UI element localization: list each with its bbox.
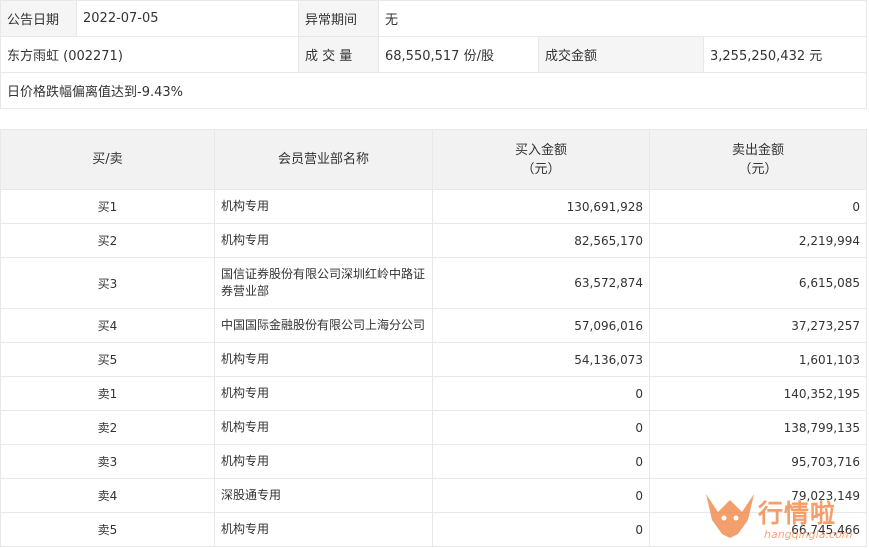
table-row: 卖4 深股通专用 0 79,023,149	[0, 478, 867, 513]
row-buy-amount: 0	[432, 512, 650, 547]
row-side: 买4	[0, 308, 215, 343]
table-row: 卖2 机构专用 0 138,799,135	[0, 410, 867, 445]
anomaly-period-label: 异常期间	[298, 0, 379, 37]
volume-value: 68,550,517 份/股	[378, 36, 539, 73]
announce-date-label: 公告日期	[0, 0, 77, 37]
broker-trading-table: 买/卖 会员营业部名称 买入金额 （元） 卖出金额 （元） 买1 机构专用 130,…	[0, 129, 867, 547]
header-side: 买/卖	[0, 129, 215, 190]
row-buy-amount: 63,572,874	[432, 257, 650, 309]
row-sell-amount: 1,601,103	[649, 342, 867, 377]
table-row: 卖3 机构专用 0 95,703,716	[0, 444, 867, 479]
row-buy-amount: 57,096,016	[432, 308, 650, 343]
turnover-amount-label: 成交金额	[538, 36, 704, 73]
anomaly-period-value: 无	[378, 0, 867, 37]
row-buy-amount: 82,565,170	[432, 223, 650, 258]
row-buy-amount: 0	[432, 478, 650, 513]
row-department: 机构专用	[214, 410, 433, 445]
row-sell-amount: 138,799,135	[649, 410, 867, 445]
row-side: 卖4	[0, 478, 215, 513]
row-sell-amount: 0	[649, 189, 867, 224]
row-buy-amount: 0	[432, 410, 650, 445]
header-buy-amount: 买入金额 （元）	[432, 129, 650, 190]
row-side: 卖2	[0, 410, 215, 445]
header-sell-amount: 卖出金额 （元）	[649, 129, 867, 190]
row-sell-amount: 6,615,085	[649, 257, 867, 309]
row-side: 卖1	[0, 376, 215, 411]
row-buy-amount: 0	[432, 376, 650, 411]
table-row: 买3 国信证券股份有限公司深圳红岭中路证券营业部 63,572,874 6,61…	[0, 257, 867, 309]
row-side: 卖5	[0, 512, 215, 547]
row-buy-amount: 130,691,928	[432, 189, 650, 224]
row-department: 机构专用	[214, 189, 433, 224]
row-department: 机构专用	[214, 444, 433, 479]
row-department: 国信证券股份有限公司深圳红岭中路证券营业部	[214, 257, 433, 309]
header-department: 会员营业部名称	[214, 129, 433, 190]
row-department: 机构专用	[214, 512, 433, 547]
row-sell-amount: 2,219,994	[649, 223, 867, 258]
row-department: 机构专用	[214, 342, 433, 377]
table-row: 买5 机构专用 54,136,073 1,601,103	[0, 342, 867, 377]
table-row: 卖1 机构专用 0 140,352,195	[0, 376, 867, 411]
table-row: 买4 中国国际金融股份有限公司上海分公司 57,096,016 37,273,2…	[0, 308, 867, 343]
row-department: 深股通专用	[214, 478, 433, 513]
row-department: 中国国际金融股份有限公司上海分公司	[214, 308, 433, 343]
row-side: 买3	[0, 257, 215, 309]
row-buy-amount: 54,136,073	[432, 342, 650, 377]
table-row: 买2 机构专用 82,565,170 2,219,994	[0, 223, 867, 258]
row-sell-amount: 66,745,466	[649, 512, 867, 547]
row-side: 买2	[0, 223, 215, 258]
table-row: 买1 机构专用 130,691,928 0	[0, 189, 867, 224]
announce-date-value: 2022-07-05	[76, 0, 299, 37]
row-department: 机构专用	[214, 376, 433, 411]
row-side: 卖3	[0, 444, 215, 479]
row-sell-amount: 79,023,149	[649, 478, 867, 513]
announcement-info-table: 公告日期 2022-07-05 异常期间 无 东方雨虹 (002271) 成 交…	[0, 0, 867, 109]
row-sell-amount: 37,273,257	[649, 308, 867, 343]
stock-name: 东方雨虹 (002271)	[0, 36, 299, 73]
row-side: 买1	[0, 189, 215, 224]
row-side: 买5	[0, 342, 215, 377]
turnover-amount-value: 3,255,250,432 元	[703, 36, 867, 73]
volume-label: 成 交 量	[298, 36, 379, 73]
table-row: 卖5 机构专用 0 66,745,466	[0, 512, 867, 547]
row-sell-amount: 95,703,716	[649, 444, 867, 479]
listing-reason: 日价格跌幅偏离值达到-9.43%	[0, 72, 867, 109]
row-department: 机构专用	[214, 223, 433, 258]
row-sell-amount: 140,352,195	[649, 376, 867, 411]
row-buy-amount: 0	[432, 444, 650, 479]
